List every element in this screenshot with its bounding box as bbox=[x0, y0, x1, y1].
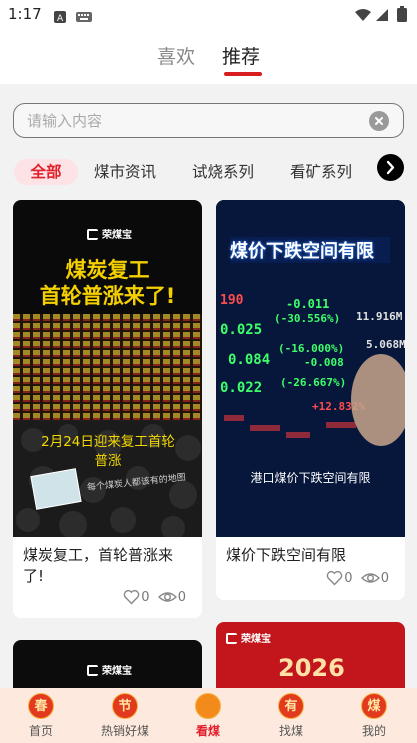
card-meta: 0 0 bbox=[322, 570, 389, 586]
feed-card[interactable]: 190 -0.011 11.916M 0.025 (-30.556%) 5.06… bbox=[216, 200, 405, 600]
search-input[interactable] bbox=[27, 111, 357, 131]
nav-view-coal[interactable]: 看煤 bbox=[173, 688, 243, 743]
nav-mine[interactable]: 煤 我的 bbox=[339, 688, 409, 743]
category-market-news[interactable]: 煤市资讯 bbox=[94, 162, 156, 188]
ticker-value: (-26.667%) bbox=[280, 376, 346, 389]
ticker-value: 0.022 bbox=[220, 380, 262, 396]
clear-search-button[interactable] bbox=[369, 111, 389, 131]
nav-view-coal-label: 看煤 bbox=[195, 724, 220, 738]
thumb-headline-line1: 煤炭复工 bbox=[65, 258, 150, 282]
thumb-year: 2026 bbox=[278, 654, 345, 682]
tab-like-label: 喜欢 bbox=[157, 46, 196, 68]
like-count[interactable]: 0 bbox=[123, 589, 150, 605]
nav-hot-coal-label: 热销好煤 bbox=[100, 724, 149, 738]
eye-icon bbox=[360, 573, 380, 583]
ticker-value: (-16.000%) bbox=[278, 342, 344, 355]
ticker-value: 190 bbox=[220, 293, 244, 308]
a-notification-icon: A bbox=[54, 8, 66, 27]
price-board-image bbox=[13, 314, 202, 420]
thumb-headline: 煤价下跌空间有限 bbox=[230, 237, 390, 263]
ticker-value: -0.008 bbox=[304, 356, 344, 369]
status-bar: 1:17 A bbox=[0, 0, 417, 30]
ticker-value: 11.916M bbox=[356, 310, 403, 323]
ticker-value: -0.011 bbox=[286, 297, 329, 311]
nav-hot-coal[interactable]: 节 热销好煤 bbox=[90, 688, 160, 743]
view-count: 0 bbox=[360, 570, 389, 586]
nav-find-coal-label: 找煤 bbox=[278, 724, 303, 738]
brand-logo: 荣煤宝 bbox=[87, 226, 132, 241]
nav-find-coal[interactable]: 有 找煤 bbox=[256, 688, 326, 743]
chevron-right-icon bbox=[386, 160, 395, 175]
brand-logo: 荣煤宝 bbox=[87, 662, 132, 677]
close-icon bbox=[375, 117, 383, 125]
card-title: 煤价下跌空间有限 bbox=[226, 546, 347, 564]
ticker-value: 5.068M bbox=[366, 338, 405, 351]
battery-icon bbox=[397, 6, 407, 26]
heart-icon bbox=[124, 589, 140, 605]
category-next-button[interactable] bbox=[377, 154, 404, 181]
lantern-icon: 节 bbox=[112, 693, 138, 719]
search-box bbox=[13, 103, 404, 138]
like-count[interactable]: 0 bbox=[326, 570, 353, 586]
category-all[interactable]: 全部 bbox=[14, 159, 78, 185]
wifi-icon bbox=[355, 7, 371, 26]
eye-icon bbox=[157, 592, 177, 602]
svg-text:A: A bbox=[57, 14, 64, 23]
status-time: 1:17 bbox=[8, 5, 42, 23]
lantern-icon: 煤 bbox=[361, 693, 387, 719]
lantern-icon: 春 bbox=[28, 693, 54, 719]
category-bar: 全部 煤市资讯 试烧系列 看矿系列 bbox=[0, 152, 417, 188]
thumb-headline-line2: 首轮普涨来了! bbox=[39, 284, 176, 308]
card-title: 煤炭复工，首轮普涨来了! bbox=[23, 546, 174, 585]
thumb-caption: 港口煤价下跌空间有限 bbox=[250, 471, 371, 485]
card-thumbnail: 荣煤宝 煤炭复工 首轮普涨来了! 2月24日迎来复工首轮普涨 每个煤炭人都该有的… bbox=[13, 200, 202, 540]
view-count: 0 bbox=[157, 589, 186, 605]
card-meta: 0 0 bbox=[119, 589, 186, 605]
lantern-icon: 有 bbox=[278, 693, 304, 719]
tab-recommend-label: 推荐 bbox=[222, 46, 261, 68]
ticker-value: 0.084 bbox=[228, 352, 270, 368]
tab-like[interactable]: 喜欢 bbox=[157, 42, 195, 69]
feed-card[interactable]: 荣煤宝 煤炭复工 首轮普涨来了! 2月24日迎来复工首轮普涨 每个煤炭人都该有的… bbox=[13, 200, 202, 618]
brand-logo: 荣煤宝 bbox=[226, 630, 271, 645]
signal-icon bbox=[375, 7, 389, 26]
card-thumbnail: 190 -0.011 11.916M 0.025 (-30.556%) 5.06… bbox=[216, 200, 405, 537]
keyboard-icon bbox=[76, 8, 92, 27]
tab-recommend[interactable]: 推荐 bbox=[222, 42, 262, 76]
thumb-caption: 2月24日迎来复工首轮普涨 bbox=[41, 434, 175, 469]
lantern-icon bbox=[195, 693, 221, 719]
nav-mine-label: 我的 bbox=[361, 724, 386, 738]
ticker-value: (-30.556%) bbox=[274, 312, 340, 325]
top-tab-bar: 喜欢 推荐 bbox=[0, 30, 417, 84]
active-tab-indicator bbox=[224, 72, 262, 76]
nav-home[interactable]: 春 首页 bbox=[6, 688, 76, 743]
ticker-value: 0.025 bbox=[220, 322, 262, 338]
bottom-nav: 春 首页 节 热销好煤 看煤 有 找煤 煤 我的 bbox=[0, 688, 417, 743]
heart-icon bbox=[327, 570, 343, 586]
category-trial-burn[interactable]: 试烧系列 bbox=[192, 162, 254, 188]
nav-home-label: 首页 bbox=[28, 724, 53, 738]
category-mine-visit[interactable]: 看矿系列 bbox=[290, 162, 352, 188]
